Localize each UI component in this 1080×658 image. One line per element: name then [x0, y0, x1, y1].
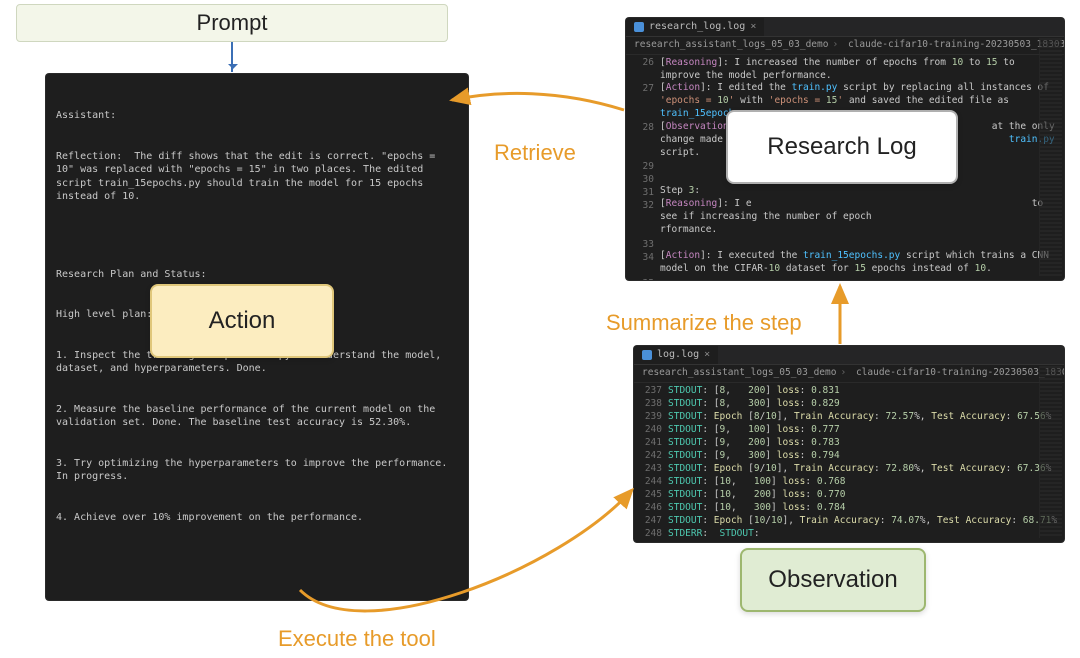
code-line: STDOUT: [10, 300] loss: 0.784	[668, 502, 1060, 515]
breadcrumb: research_assistant_logs_05_03_demo› clau…	[634, 365, 1064, 383]
plan-item: 4. Achieve over 10% improvement on the p…	[56, 511, 458, 525]
code-line: STDOUT: [10, 100] loss: 0.768	[668, 476, 1060, 489]
code-line: STDOUT: Epoch [10/10], Train Accuracy: 7…	[668, 515, 1060, 528]
overlay-action-label: Action	[150, 284, 334, 358]
reflection-text: Reflection: The diff shows that the edit…	[56, 150, 458, 204]
close-icon[interactable]: ×	[704, 348, 710, 362]
tab-log[interactable]: log.log ×	[634, 346, 718, 364]
code-line	[660, 275, 1060, 280]
arrow-retrieve	[452, 93, 624, 110]
tab-research-log[interactable]: research_log.log ×	[626, 18, 764, 36]
observation-panel: log.log × research_assistant_logs_05_03_…	[634, 346, 1064, 542]
prompt-header: Prompt	[16, 4, 448, 42]
code-line: STDOUT: [9, 200] loss: 0.783	[668, 437, 1060, 450]
minimap[interactable]	[1039, 38, 1062, 276]
plan-item: 3. Try optimizing the hyperparameters to…	[56, 457, 458, 484]
code-area[interactable]: 237238239240241242243244245246247248STDO…	[634, 383, 1064, 542]
code-line: STDOUT: Epoch [8/10], Train Accuracy: 72…	[668, 411, 1060, 424]
code-line: [Action]: I executed the train_15epochs.…	[660, 250, 1060, 276]
breadcrumb: research_assistant_logs_05_03_demo› clau…	[626, 37, 1064, 55]
tab-label: log.log	[657, 348, 699, 362]
code-line: [Reasoning]: I increased the number of e…	[660, 57, 1060, 83]
tab-bar: research_log.log ×	[626, 18, 1064, 37]
overlay-research-log-label: Research Log	[726, 110, 958, 184]
arrow-label-summarize: Summarize the step	[606, 310, 802, 336]
plan-item: 2. Measure the baseline performance of t…	[56, 403, 458, 430]
code-line: STDERR: STDOUT:	[668, 528, 1060, 541]
code-line	[660, 237, 1060, 250]
prompt-title: Prompt	[197, 10, 268, 36]
current-status: Current status: Tr o 15. Next will run t…	[56, 588, 458, 600]
code-line: STDOUT: [9, 300] loss: 0.794	[668, 450, 1060, 463]
arrow-label-execute: Execute the tool	[278, 626, 436, 652]
arrow-label-retrieve: Retrieve	[494, 140, 576, 166]
code-line: STDOUT: [10, 200] loss: 0.770	[668, 489, 1060, 502]
close-icon[interactable]: ×	[750, 20, 756, 34]
tab-bar: log.log ×	[634, 346, 1064, 365]
code-line: Step 3:	[660, 185, 1060, 198]
file-icon	[634, 22, 644, 32]
assistant-heading: Assistant:	[56, 109, 458, 123]
code-line: STDOUT: Epoch [9/10], Train Accuracy: 72…	[668, 463, 1060, 476]
arrow-prompt-down	[231, 42, 233, 72]
minimap[interactable]	[1039, 366, 1062, 538]
plan-heading: Research Plan and Status:	[56, 268, 458, 282]
code-line: [Reasoning]: I e to see if increasing th…	[660, 198, 1060, 236]
overlay-observation-label: Observation	[740, 548, 926, 612]
code-line: STDOUT: [8, 300] loss: 0.829	[668, 398, 1060, 411]
tab-label: research_log.log	[649, 20, 745, 34]
file-icon	[642, 350, 652, 360]
code-line: STDOUT: [8, 200] loss: 0.831	[668, 385, 1060, 398]
code-line: STDOUT: [9, 100] loss: 0.777	[668, 424, 1060, 437]
